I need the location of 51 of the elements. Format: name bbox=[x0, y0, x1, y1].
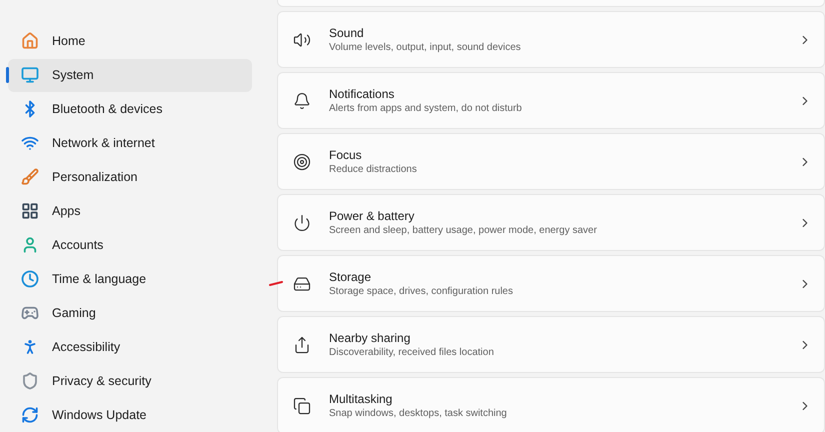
apps-icon bbox=[21, 202, 39, 220]
brush-icon bbox=[21, 168, 39, 186]
sidebar-item[interactable]: Apps bbox=[8, 194, 252, 228]
update-icon bbox=[21, 406, 39, 424]
settings-card[interactable]: Storage Storage space, drives, configuration rules bbox=[277, 255, 825, 312]
sidebar-item[interactable]: Accessibility bbox=[8, 330, 252, 364]
setting-description: Storage space, drives, configuration rules bbox=[329, 284, 514, 298]
speaker-icon bbox=[293, 30, 311, 48]
setting-title: Nearby sharing bbox=[329, 330, 412, 346]
setting-description: Volume levels, output, input, sound devices bbox=[329, 40, 522, 54]
sidebar-item[interactable]: Accounts bbox=[8, 228, 252, 262]
setting-title: Sound bbox=[329, 24, 365, 40]
setting-title: Focus bbox=[329, 146, 363, 162]
setting-title: Notifications bbox=[329, 86, 396, 102]
sidebar-item[interactable]: Gaming bbox=[8, 296, 252, 330]
sidebar-item[interactable]: Network & internet bbox=[8, 126, 252, 160]
setting-description: Discoverability, received files location bbox=[329, 346, 495, 360]
settings-card[interactable]: Power & battery Screen and sleep, battery usage, power mode, energy saver bbox=[277, 194, 825, 251]
sidebar-item[interactable]: System bbox=[8, 58, 252, 92]
sidebar-item[interactable]: Personalization bbox=[8, 160, 252, 194]
setting-title: Power & battery bbox=[329, 208, 416, 224]
setting-description: Snap windows, desktops, task switching bbox=[329, 406, 508, 420]
person-icon bbox=[21, 236, 39, 254]
settings-card[interactable]: Notifications Alerts from apps and system, do not disturb bbox=[277, 72, 825, 129]
monitor-icon bbox=[21, 66, 39, 84]
sidebar-item[interactable]: Bluetooth & devices bbox=[8, 92, 252, 126]
share-icon bbox=[293, 336, 311, 354]
setting-title: Multitasking bbox=[329, 390, 394, 406]
house-icon bbox=[21, 32, 39, 50]
settings-card[interactable]: Nearby sharing Discoverability, received files location bbox=[277, 316, 825, 373]
settings-card[interactable]: Multitasking Snap windows, desktops, task switching bbox=[277, 377, 825, 432]
sidebar-item[interactable]: Time & language bbox=[8, 262, 252, 296]
settings-card[interactable]: Sound Volume levels, output, input, sound devices bbox=[277, 11, 825, 68]
drive-icon bbox=[293, 274, 311, 292]
sidebar-item[interactable]: Home bbox=[8, 24, 252, 58]
power-icon bbox=[293, 214, 311, 232]
bell-icon bbox=[293, 92, 311, 110]
shield-icon bbox=[21, 372, 39, 390]
setting-title: Storage bbox=[329, 268, 372, 284]
setting-description: Screen and sleep, battery usage, power mode, energy saver bbox=[329, 224, 598, 238]
wifi-icon bbox=[21, 134, 39, 152]
gamepad-icon bbox=[21, 304, 39, 322]
setting-description: Alerts from apps and system, do not disturb bbox=[329, 102, 523, 116]
focus-icon bbox=[293, 152, 311, 170]
setting-description: Reduce distractions bbox=[329, 162, 418, 176]
selection-indicator bbox=[6, 67, 9, 83]
clock-icon bbox=[21, 270, 39, 288]
settings-card[interactable]: Focus Reduce distractions bbox=[277, 133, 825, 190]
sidebar-item[interactable]: Windows Update bbox=[8, 398, 252, 432]
sidebar-item[interactable]: Privacy & security bbox=[8, 364, 252, 398]
windows-icon bbox=[293, 396, 311, 414]
